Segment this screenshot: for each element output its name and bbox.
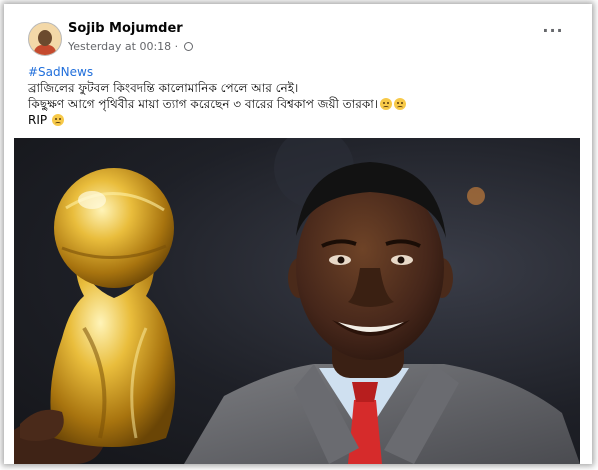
globe-icon	[183, 42, 193, 51]
photo-illustration	[14, 138, 580, 464]
facebook-post: Sojib Mojumder Yesterday at 00:18 · ··· …	[14, 12, 580, 464]
post-header: Sojib Mojumder Yesterday at 00:18 · ···	[14, 12, 580, 62]
more-options-icon[interactable]: ···	[540, 22, 566, 44]
avatar[interactable]	[28, 22, 62, 56]
hashtag-link[interactable]: #SadNews	[28, 65, 93, 79]
post-photo[interactable]	[14, 138, 580, 464]
sad-face-icon	[394, 98, 407, 110]
post-text: #SadNews ব্রাজিলের ফুটবল কিংবদন্তি কালোম…	[28, 64, 568, 128]
bokeh-light	[467, 187, 485, 205]
post-timestamp[interactable]: Yesterday at 00:18 ·	[68, 40, 178, 53]
post-line-3: RIP	[28, 113, 48, 127]
post-meta: Yesterday at 00:18 ·	[68, 40, 193, 53]
post-line-1: ব্রাজিলের ফুটবল কিংবদন্তি কালোমানিক পেলে…	[28, 81, 299, 95]
world-cup-trophy	[50, 168, 176, 447]
tie	[348, 400, 382, 464]
sad-face-icon	[52, 114, 65, 126]
post-line-2: কিছুক্ষণ আগে পৃথিবীর মায়া ত্যাগ করেছেন …	[28, 97, 379, 111]
author-name[interactable]: Sojib Mojumder	[68, 21, 183, 36]
sad-face-icon	[380, 98, 393, 110]
